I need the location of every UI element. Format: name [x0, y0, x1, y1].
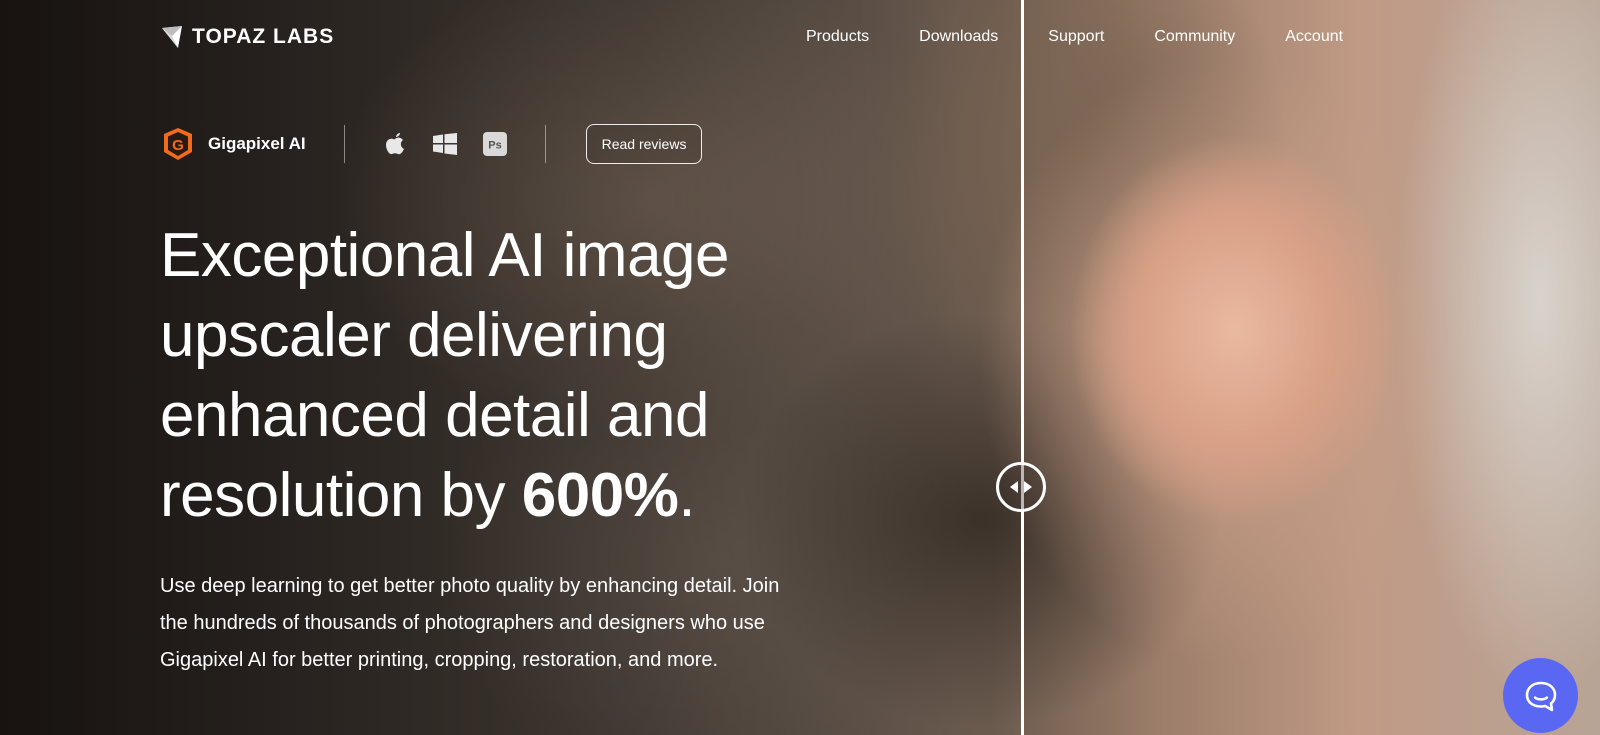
chat-bubble-icon	[1525, 681, 1556, 711]
topaz-logo-icon	[162, 26, 182, 48]
headline-emphasis: 600%	[521, 461, 679, 530]
product-name[interactable]: Gigapixel AI	[208, 134, 306, 154]
platform-list: Ps	[383, 132, 507, 156]
photoshop-label: Ps	[488, 140, 501, 152]
product-bar: G Gigapixel AI Ps Read reviews	[160, 124, 703, 164]
photoshop-icon: Ps	[482, 132, 507, 156]
svg-text:G: G	[172, 137, 184, 154]
left-right-arrows-icon	[1010, 481, 1032, 493]
divider	[544, 125, 546, 163]
gigapixel-g-icon[interactable]: G	[160, 126, 196, 162]
hero-headline: Exceptional AI image upscaler delivering…	[160, 216, 800, 536]
apple-icon	[383, 132, 407, 156]
brand-name: TOPAZ LABS	[192, 25, 335, 48]
read-reviews-button[interactable]: Read reviews	[585, 124, 703, 164]
headline-end: .	[678, 461, 696, 530]
nav-downloads[interactable]: Downloads	[919, 28, 998, 46]
nav-support[interactable]: Support	[1048, 28, 1104, 46]
divider	[343, 125, 345, 163]
nav-products[interactable]: Products	[806, 28, 869, 46]
nav-links: Products Downloads Support Community Acc…	[806, 28, 1393, 46]
comparison-divider[interactable]	[1021, 0, 1024, 735]
chat-button[interactable]	[1503, 658, 1578, 733]
top-nav: TOPAZ LABS Products Downloads Support Co…	[0, 0, 1600, 80]
nav-account[interactable]: Account	[1285, 28, 1343, 46]
comparison-slider-handle[interactable]	[996, 462, 1046, 512]
nav-community[interactable]: Community	[1154, 28, 1235, 46]
hero-description: Use deep learning to get better photo qu…	[160, 575, 780, 671]
windows-icon	[432, 132, 457, 156]
brand-logo[interactable]: TOPAZ LABS	[160, 24, 334, 50]
